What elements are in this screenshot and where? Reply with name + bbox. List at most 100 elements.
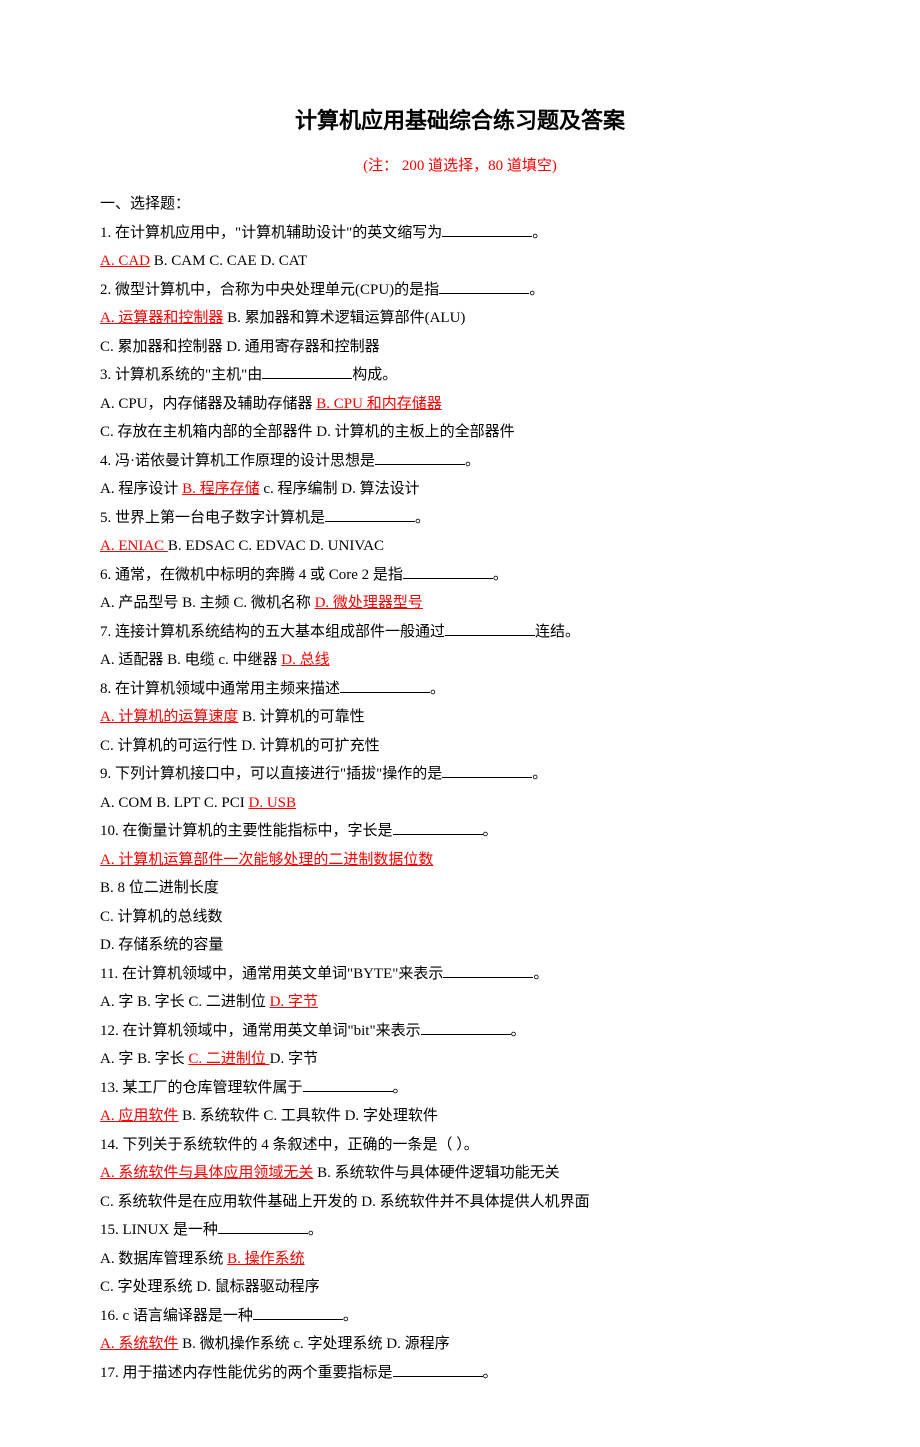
fill-blank: [340, 678, 430, 693]
fill-blank: [325, 507, 415, 522]
option-line: A. CPU，内存储器及辅助存储器 B. CPU 和内存储器: [100, 390, 820, 419]
question-stem: 12. 在计算机领域中，通常用英文单词"bit"来表示 。: [100, 1017, 820, 1046]
option-line: C. 计算机的总线数: [100, 903, 820, 932]
option-text: A. 数据库管理系统: [100, 1251, 227, 1267]
fill-blank: [393, 1362, 483, 1377]
question-text: 14. 下列关于系统软件的 4 条叙述中，正确的一条是（ ）。: [100, 1137, 479, 1153]
question-tail: 构成。: [352, 367, 397, 383]
question-text: 5. 世界上第一台电子数字计算机是: [100, 510, 325, 526]
option-text: A. CPU，内存储器及辅助存储器: [100, 396, 316, 412]
option-line: A. 计算机运算部件一次能够处理的二进制数据位数: [100, 846, 820, 875]
correct-answer: B. CPU 和内存储器: [316, 396, 441, 412]
question-tail: 。: [308, 1222, 323, 1238]
fill-blank: [445, 621, 535, 636]
correct-answer: A. 系统软件: [100, 1336, 178, 1352]
option-line: D. 存储系统的容量: [100, 931, 820, 960]
question-tail: 。: [532, 225, 547, 241]
question-stem: 14. 下列关于系统软件的 4 条叙述中，正确的一条是（ ）。: [100, 1131, 820, 1160]
question-stem: 17. 用于描述内存性能优劣的两个重要指标是。: [100, 1359, 820, 1388]
option-text: B. 计算机的可靠性: [238, 709, 364, 725]
question-stem: 6. 通常，在微机中标明的奔腾 4 或 Core 2 是指。: [100, 561, 820, 590]
question-stem: 1. 在计算机应用中，"计算机辅助设计"的英文缩写为 。: [100, 219, 820, 248]
option-line: A. 系统软件与具体应用领域无关 B. 系统软件与具体硬件逻辑功能无关: [100, 1159, 820, 1188]
question-tail: 。: [483, 823, 498, 839]
question-stem: 2. 微型计算机中，合称为中央处理单元(CPU)的是指 。: [100, 276, 820, 305]
option-line: A. 应用软件 B. 系统软件 C. 工具软件 D. 字处理软件: [100, 1102, 820, 1131]
option-text: D. 字节: [270, 1051, 318, 1067]
question-tail: 。: [430, 681, 445, 697]
correct-answer: A. 计算机的运算速度: [100, 709, 238, 725]
fill-blank: [393, 821, 483, 836]
option-text: c. 程序编制 D. 算法设计: [260, 481, 420, 497]
correct-answer: D. 总线: [281, 652, 329, 668]
question-stem: 16. c 语言编译器是一种。: [100, 1302, 820, 1331]
option-line: A. 数据库管理系统 B. 操作系统: [100, 1245, 820, 1274]
correct-answer: C. 二进制位: [188, 1051, 269, 1067]
question-tail: 。: [532, 766, 547, 782]
correct-answer: D. 字节: [270, 994, 318, 1010]
correct-answer: A. 系统软件与具体应用领域无关: [100, 1165, 313, 1181]
option-text: C. 累加器和控制器 D. 通用寄存器和控制器: [100, 339, 380, 355]
question-tail: 。: [511, 1023, 526, 1039]
question-tail: 。: [393, 1080, 408, 1096]
fill-blank: [439, 279, 529, 294]
option-text: B. 微机操作系统 c. 字处理系统 D. 源程序: [178, 1336, 449, 1352]
option-line: A. 字 B. 字长 C. 二进制位 D. 字节: [100, 1045, 820, 1074]
option-line: A. 计算机的运算速度 B. 计算机的可靠性: [100, 703, 820, 732]
questions-container: 1. 在计算机应用中，"计算机辅助设计"的英文缩写为。A. CAD B. CAM…: [100, 219, 820, 1388]
correct-answer: A. 应用软件: [100, 1108, 178, 1124]
fill-blank: [443, 963, 533, 978]
option-text: C. 系统软件是在应用软件基础上开发的 D. 系统软件并不具体提供人机界面: [100, 1194, 590, 1210]
option-line: C. 计算机的可运行性 D. 计算机的可扩充性: [100, 732, 820, 761]
question-text: 12. 在计算机领域中，通常用英文单词"bit"来表示: [100, 1023, 421, 1039]
section-header: 一、选择题：: [100, 190, 820, 219]
question-text: 1. 在计算机应用中，"计算机辅助设计"的英文缩写为: [100, 225, 442, 241]
question-text: 11. 在计算机领域中，通常用英文单词"BYTE"来表示: [100, 966, 443, 982]
question-text: 13. 某工厂的仓库管理软件属于: [100, 1080, 303, 1096]
fill-blank: [253, 1305, 343, 1320]
fill-blank: [442, 222, 532, 237]
option-text: B. 累加器和算术逻辑运算部件(ALU): [223, 310, 465, 326]
question-text: 17. 用于描述内存性能优劣的两个重要指标是: [100, 1365, 393, 1381]
question-text: 9. 下列计算机接口中，可以直接进行"插拔"操作的是: [100, 766, 442, 782]
question-text: 10. 在衡量计算机的主要性能指标中，字长是: [100, 823, 393, 839]
question-stem: 7. 连接计算机系统结构的五大基本组成部件一般通过连结。: [100, 618, 820, 647]
question-stem: 4. 冯·诺依曼计算机工作原理的设计思想是。: [100, 447, 820, 476]
fill-blank: [218, 1220, 308, 1235]
option-text: C. 存放在主机箱内部的全部器件 D. 计算机的主板上的全部器件: [100, 424, 515, 440]
correct-answer: A. 计算机运算部件一次能够处理的二进制数据位数: [100, 852, 433, 868]
question-text: 2. 微型计算机中，合称为中央处理单元(CPU)的是指: [100, 282, 439, 298]
option-text: A. COM B. LPT C. PCI: [100, 795, 249, 811]
option-text: A. 字 B. 字长: [100, 1051, 188, 1067]
question-text: 16. c 语言编译器是一种: [100, 1308, 253, 1324]
question-stem: 15. LINUX 是一种 。: [100, 1216, 820, 1245]
question-text: 3. 计算机系统的"主机"由: [100, 367, 262, 383]
document-subtitle: (注： 200 道选择，80 道填空): [100, 152, 820, 181]
option-text: B. 系统软件与具体硬件逻辑功能无关: [313, 1165, 559, 1181]
option-text: B. 系统软件 C. 工具软件 D. 字处理软件: [178, 1108, 438, 1124]
option-text: B. EDSAC C. EDVAC D. UNIVAC: [168, 538, 384, 554]
option-text: B. 8 位二进制长度: [100, 880, 219, 896]
correct-answer: A. CAD: [100, 253, 150, 269]
fill-blank: [262, 365, 352, 380]
correct-answer: D. 微处理器型号: [315, 595, 423, 611]
option-line: C. 字处理系统 D. 鼠标器驱动程序: [100, 1273, 820, 1302]
option-line: A. 程序设计 B. 程序存储 c. 程序编制 D. 算法设计: [100, 475, 820, 504]
option-text: C. 字处理系统 D. 鼠标器驱动程序: [100, 1279, 320, 1295]
question-tail: 。: [465, 453, 480, 469]
question-stem: 13. 某工厂的仓库管理软件属于 。: [100, 1074, 820, 1103]
question-tail: 。: [529, 282, 544, 298]
fill-blank: [303, 1077, 393, 1092]
option-line: C. 累加器和控制器 D. 通用寄存器和控制器: [100, 333, 820, 362]
option-text: B. CAM C. CAE D. CAT: [150, 253, 307, 269]
question-stem: 11. 在计算机领域中，通常用英文单词"BYTE"来表示。: [100, 960, 820, 989]
question-stem: 8. 在计算机领域中通常用主频来描述。: [100, 675, 820, 704]
document-title: 计算机应用基础综合练习题及答案: [100, 100, 820, 142]
correct-answer: A. ENIAC: [100, 538, 168, 554]
option-line: A. CAD B. CAM C. CAE D. CAT: [100, 247, 820, 276]
question-tail: 连结。: [535, 624, 580, 640]
fill-blank: [403, 564, 493, 579]
question-text: 15. LINUX 是一种: [100, 1222, 218, 1238]
correct-answer: B. 程序存储: [182, 481, 260, 497]
question-tail: 。: [493, 567, 508, 583]
